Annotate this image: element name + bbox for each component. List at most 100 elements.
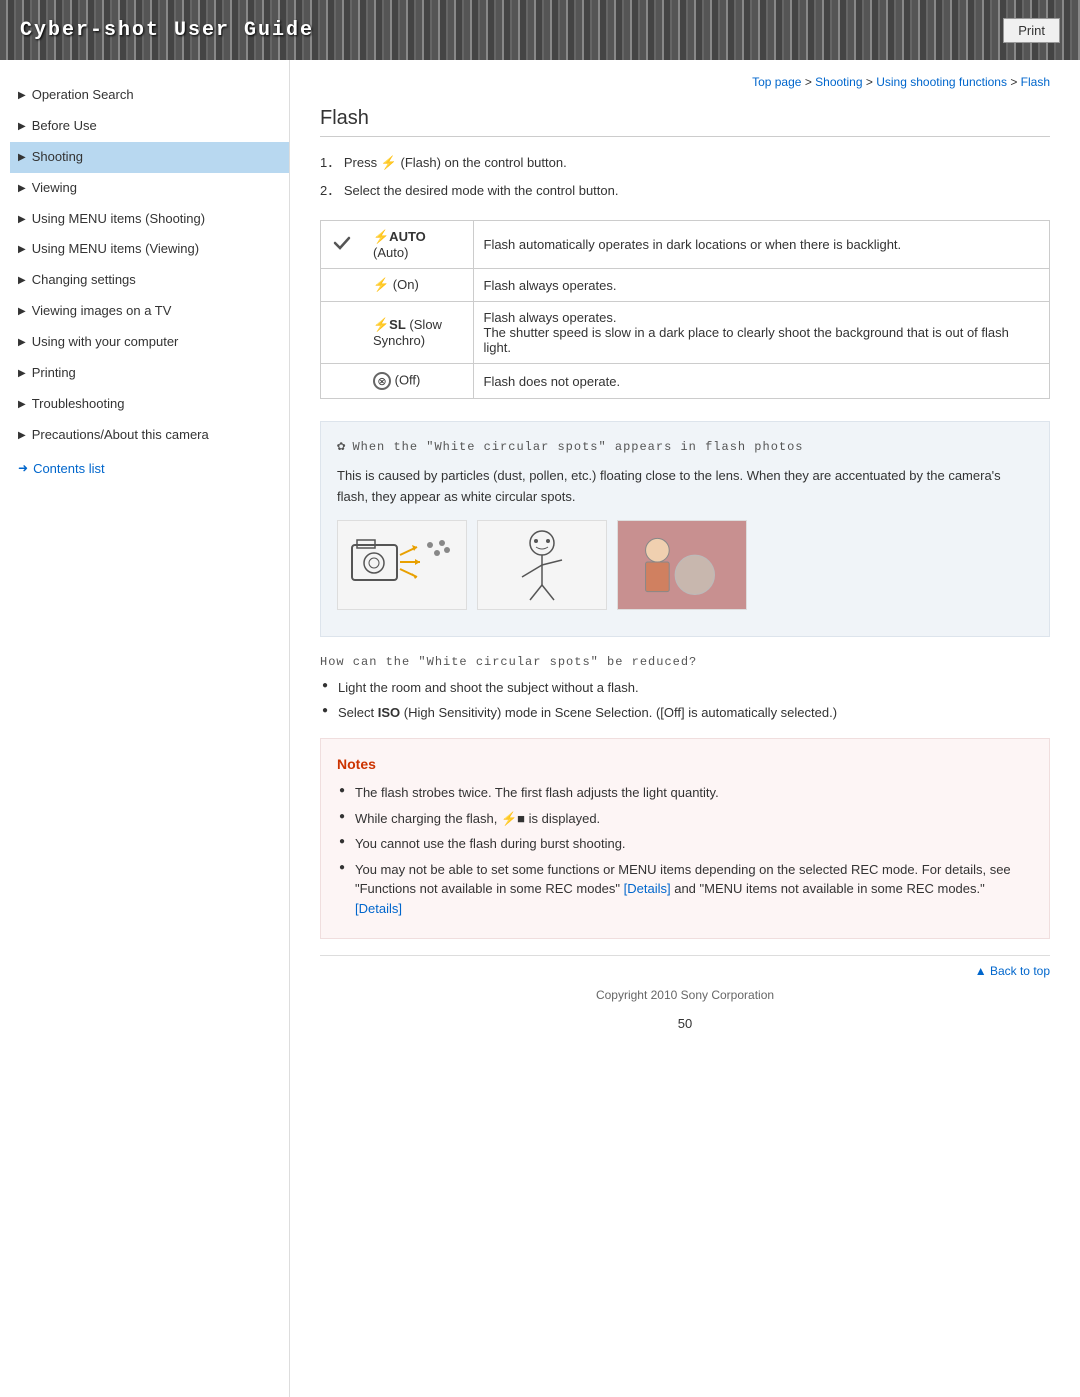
sidebar-item-printing[interactable]: ▶ Printing	[10, 358, 289, 389]
sidebar-item-troubleshooting[interactable]: ▶ Troubleshooting	[10, 389, 289, 420]
notes-list: The flash strobes twice. The first flash…	[337, 783, 1033, 918]
step-1-text: (Flash) on the control button.	[397, 155, 567, 170]
sidebar-item-precautions[interactable]: ▶ Precautions/About this camera	[10, 420, 289, 451]
sidebar-item-label: Changing settings	[32, 272, 136, 289]
notes-box: Notes The flash strobes twice. The first…	[320, 738, 1050, 939]
sidebar-item-label: Troubleshooting	[32, 396, 125, 413]
table-cell-mode: ⚡SL (Slow Synchro)	[363, 302, 473, 364]
breadcrumb-shooting[interactable]: Shooting	[815, 75, 862, 89]
reduce-list: Light the room and shoot the subject wit…	[320, 678, 1050, 724]
app-title: Cyber-shot User Guide	[20, 19, 314, 42]
tip-box: ✿ When the "White circular spots" appear…	[320, 421, 1050, 637]
photo-svg	[618, 520, 746, 610]
print-button[interactable]: Print	[1003, 18, 1060, 43]
table-cell-desc: Flash does not operate.	[473, 364, 1050, 399]
sidebar-item-viewing[interactable]: ▶ Viewing	[10, 173, 289, 204]
table-cell-icon	[321, 302, 364, 364]
chevron-right-icon: ▶	[18, 151, 26, 164]
sidebar-item-computer[interactable]: ▶ Using with your computer	[10, 327, 289, 358]
notes-title: Notes	[337, 753, 1033, 775]
table-cell-mode: ⚡ (On)	[363, 269, 473, 302]
table-cell-icon	[321, 269, 364, 302]
page-layout: ▶ Operation Search ▶ Before Use ▶ Shooti…	[0, 60, 1080, 1397]
contents-list-link[interactable]: ➜ Contents list	[10, 451, 289, 476]
list-item: While charging the flash, ⚡■ is displaye…	[337, 809, 1033, 829]
chevron-right-icon: ▶	[18, 274, 26, 287]
table-row: ⊗ (Off) Flash does not operate.	[321, 364, 1050, 399]
list-item: You may not be able to set some function…	[337, 860, 1033, 919]
step-2: 2． Select the desired mode with the cont…	[320, 181, 1050, 201]
sidebar-item-menu-viewing[interactable]: ▶ Using MENU items (Viewing)	[10, 234, 289, 265]
chevron-right-icon: ▶	[18, 336, 26, 349]
details-link-2[interactable]: [Details]	[355, 901, 402, 916]
details-link-1[interactable]: [Details]	[624, 881, 671, 896]
chevron-right-icon: ▶	[18, 243, 26, 256]
sidebar: ▶ Operation Search ▶ Before Use ▶ Shooti…	[0, 60, 290, 1397]
reduce-title: How can the "White circular spots" be re…	[320, 653, 1050, 672]
off-icon: ⊗	[373, 372, 391, 390]
chevron-right-icon: ▶	[18, 213, 26, 226]
back-to-top[interactable]: ▲ Back to top	[320, 955, 1050, 978]
sidebar-item-shooting[interactable]: ▶ Shooting	[10, 142, 289, 173]
reduce-title-text: How can the "White circular spots" be re…	[320, 655, 697, 669]
chevron-right-icon: ▶	[18, 367, 26, 380]
person-svg	[492, 525, 592, 605]
sidebar-item-menu-shooting[interactable]: ▶ Using MENU items (Shooting)	[10, 204, 289, 235]
camera-diagram	[337, 520, 467, 610]
step-2-num: 2．	[320, 183, 340, 198]
sidebar-item-label: Precautions/About this camera	[32, 427, 209, 444]
table-row: ⚡SL (Slow Synchro) Flash always operates…	[321, 302, 1050, 364]
reduce-section: How can the "White circular spots" be re…	[320, 653, 1050, 724]
page-title: Flash	[320, 107, 1050, 137]
chevron-right-icon: ▶	[18, 429, 26, 442]
table-cell-desc: Flash automatically operates in dark loc…	[473, 221, 1050, 269]
sidebar-item-label: Shooting	[32, 149, 83, 166]
table-cell-desc: Flash always operates.The shutter speed …	[473, 302, 1050, 364]
breadcrumb-top[interactable]: Top page	[752, 75, 801, 89]
list-item: Select ISO (High Sensitivity) mode in Sc…	[320, 703, 1050, 724]
tip-title-text: When the "White circular spots" appears …	[352, 438, 803, 457]
flash-mode-table: ⚡AUTO (Auto) Flash automatically operate…	[320, 220, 1050, 399]
tip-icon: ✿	[337, 436, 346, 458]
steps-section: 1． Press ⚡ (Flash) on the control button…	[320, 153, 1050, 200]
chevron-right-icon: ▶	[18, 89, 26, 102]
step-1-prefix: Press	[344, 155, 381, 170]
photo-diagram	[617, 520, 747, 610]
tip-title: ✿ When the "White circular spots" appear…	[337, 436, 1033, 458]
diagram-row	[337, 520, 1033, 610]
main-content: Top page > Shooting > Using shooting fun…	[290, 60, 1080, 1397]
sidebar-item-label: Printing	[32, 365, 76, 382]
table-cell-mode: ⚡AUTO (Auto)	[363, 221, 473, 269]
breadcrumb: Top page > Shooting > Using shooting fun…	[320, 75, 1050, 89]
sidebar-item-label: Using MENU items (Viewing)	[32, 241, 199, 258]
sidebar-item-label: Viewing images on a TV	[32, 303, 172, 320]
flash-symbol-inline: ⚡	[381, 155, 397, 170]
table-cell-icon	[321, 221, 364, 269]
page-number: 50	[320, 1016, 1050, 1031]
chevron-right-icon: ▶	[18, 182, 26, 195]
breadcrumb-using-shooting[interactable]: Using shooting functions	[876, 75, 1007, 89]
checkmark-icon	[331, 232, 353, 254]
sidebar-item-changing-settings[interactable]: ▶ Changing settings	[10, 265, 289, 296]
table-row: ⚡ (On) Flash always operates.	[321, 269, 1050, 302]
sidebar-item-label: Before Use	[32, 118, 97, 135]
sidebar-item-viewing-tv[interactable]: ▶ Viewing images on a TV	[10, 296, 289, 327]
table-cell-desc: Flash always operates.	[473, 269, 1050, 302]
sidebar-item-label: Using MENU items (Shooting)	[32, 211, 205, 228]
list-item: You cannot use the flash during burst sh…	[337, 834, 1033, 854]
contents-list-label: Contents list	[33, 461, 105, 476]
person-diagram	[477, 520, 607, 610]
sidebar-item-before-use[interactable]: ▶ Before Use	[10, 111, 289, 142]
step-2-text: Select the desired mode with the control…	[344, 183, 619, 198]
step-1: 1． Press ⚡ (Flash) on the control button…	[320, 153, 1050, 173]
sidebar-item-label: Viewing	[32, 180, 77, 197]
camera-flash-svg	[342, 525, 462, 605]
chevron-right-icon: ▶	[18, 398, 26, 411]
table-cell-mode: ⊗ (Off)	[363, 364, 473, 399]
step-1-num: 1．	[320, 155, 340, 170]
tip-body: This is caused by particles (dust, polle…	[337, 466, 1033, 508]
arrow-right-icon: ➜	[18, 461, 28, 475]
sidebar-item-operation-search[interactable]: ▶ Operation Search	[10, 80, 289, 111]
header: Cyber-shot User Guide Print	[0, 0, 1080, 60]
breadcrumb-flash[interactable]: Flash	[1021, 75, 1050, 89]
